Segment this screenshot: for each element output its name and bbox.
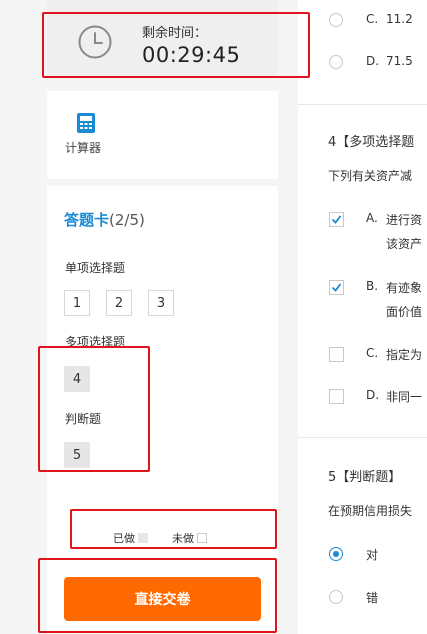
q4-option-c-checkbox[interactable]	[329, 347, 344, 362]
check-icon	[331, 283, 342, 292]
q5-option-true-radio[interactable]	[329, 547, 343, 561]
section-label-multi-choice: 多项选择题	[65, 335, 126, 349]
answer-sheet-count: (2/5)	[109, 211, 145, 229]
question-nav-5[interactable]: 5	[64, 442, 90, 468]
q4-option-d-checkbox[interactable]	[329, 389, 344, 404]
q4-option-c-line1: 指定为	[386, 348, 423, 362]
timer-card: 剩余时间： 00:29:45	[47, 0, 278, 75]
legend-todo-swatch	[197, 533, 207, 543]
q4-option-b-checkbox[interactable]	[329, 280, 344, 295]
q4-option-a-line2: 该资产	[386, 237, 423, 251]
question-panel: C. 11.2 D. 71.5 4【多项选择题 下列有关资产减 A. 进行资 该…	[298, 0, 427, 634]
q3-option-d-letter: D.	[366, 54, 380, 68]
legend-done: 已做	[113, 530, 148, 546]
divider	[298, 437, 427, 438]
question-nav-4[interactable]: 4	[64, 366, 90, 392]
check-icon	[331, 215, 342, 224]
q5-description: 在预期信用损失	[328, 504, 413, 518]
q4-option-b-line1: 有迹象	[386, 281, 423, 295]
legend-done-swatch	[138, 533, 148, 543]
q3-option-c-radio[interactable]	[329, 13, 343, 27]
answer-sheet-title: 答题卡(2/5)	[64, 209, 145, 230]
section-label-single-choice: 单项选择题	[65, 261, 126, 275]
question-nav-3[interactable]: 3	[148, 290, 174, 316]
q3-option-c-text: 11.2	[386, 12, 413, 26]
answer-sheet-label: 答题卡	[64, 211, 110, 229]
legend-todo: 未做	[172, 530, 207, 546]
timer-label: 剩余时间：	[142, 26, 208, 41]
q4-option-a-line1: 进行资	[386, 213, 423, 227]
q5-option-true-text: 对	[366, 548, 379, 562]
calculator-icon	[77, 113, 95, 133]
section-label-true-false: 判断题	[65, 412, 102, 426]
q5-title: 5【判断题】	[328, 470, 402, 485]
submit-exam-button[interactable]: 直接交卷	[64, 577, 261, 621]
q4-option-c-letter: C.	[366, 346, 379, 360]
q3-option-c-letter: C.	[366, 12, 379, 26]
q3-option-d-text: 71.5	[386, 54, 413, 68]
legend-done-label: 已做	[113, 532, 135, 545]
left-panel: 剩余时间： 00:29:45 计算器 答题卡(2/5) 单项选择题 1 2 3 …	[47, 0, 278, 634]
q4-option-a-letter: A.	[366, 211, 378, 225]
calculator-label: 计算器	[65, 141, 102, 155]
clock-icon	[78, 25, 112, 59]
legend-todo-label: 未做	[172, 532, 194, 545]
q4-option-d-letter: D.	[366, 388, 380, 402]
q3-option-d-radio[interactable]	[329, 55, 343, 69]
q4-option-b-line2: 面价值	[386, 305, 423, 319]
answer-sheet: 答题卡(2/5) 单项选择题 1 2 3 多项选择题 4 判断题 5 已做 未做…	[47, 186, 278, 634]
q4-option-b-letter: B.	[366, 279, 379, 293]
divider	[298, 104, 427, 105]
q4-option-d-line1: 非同一	[386, 390, 423, 404]
question-nav-1[interactable]: 1	[64, 290, 90, 316]
question-nav-2[interactable]: 2	[106, 290, 132, 316]
calculator-button[interactable]: 计算器	[47, 91, 278, 179]
timer-value: 00:29:45	[142, 43, 241, 67]
q5-option-false-radio[interactable]	[329, 590, 343, 604]
q4-option-a-checkbox[interactable]	[329, 212, 344, 227]
q4-title: 4【多项选择题	[328, 135, 415, 150]
q5-option-false-text: 错	[366, 591, 379, 605]
q4-description: 下列有关资产减	[328, 169, 413, 183]
